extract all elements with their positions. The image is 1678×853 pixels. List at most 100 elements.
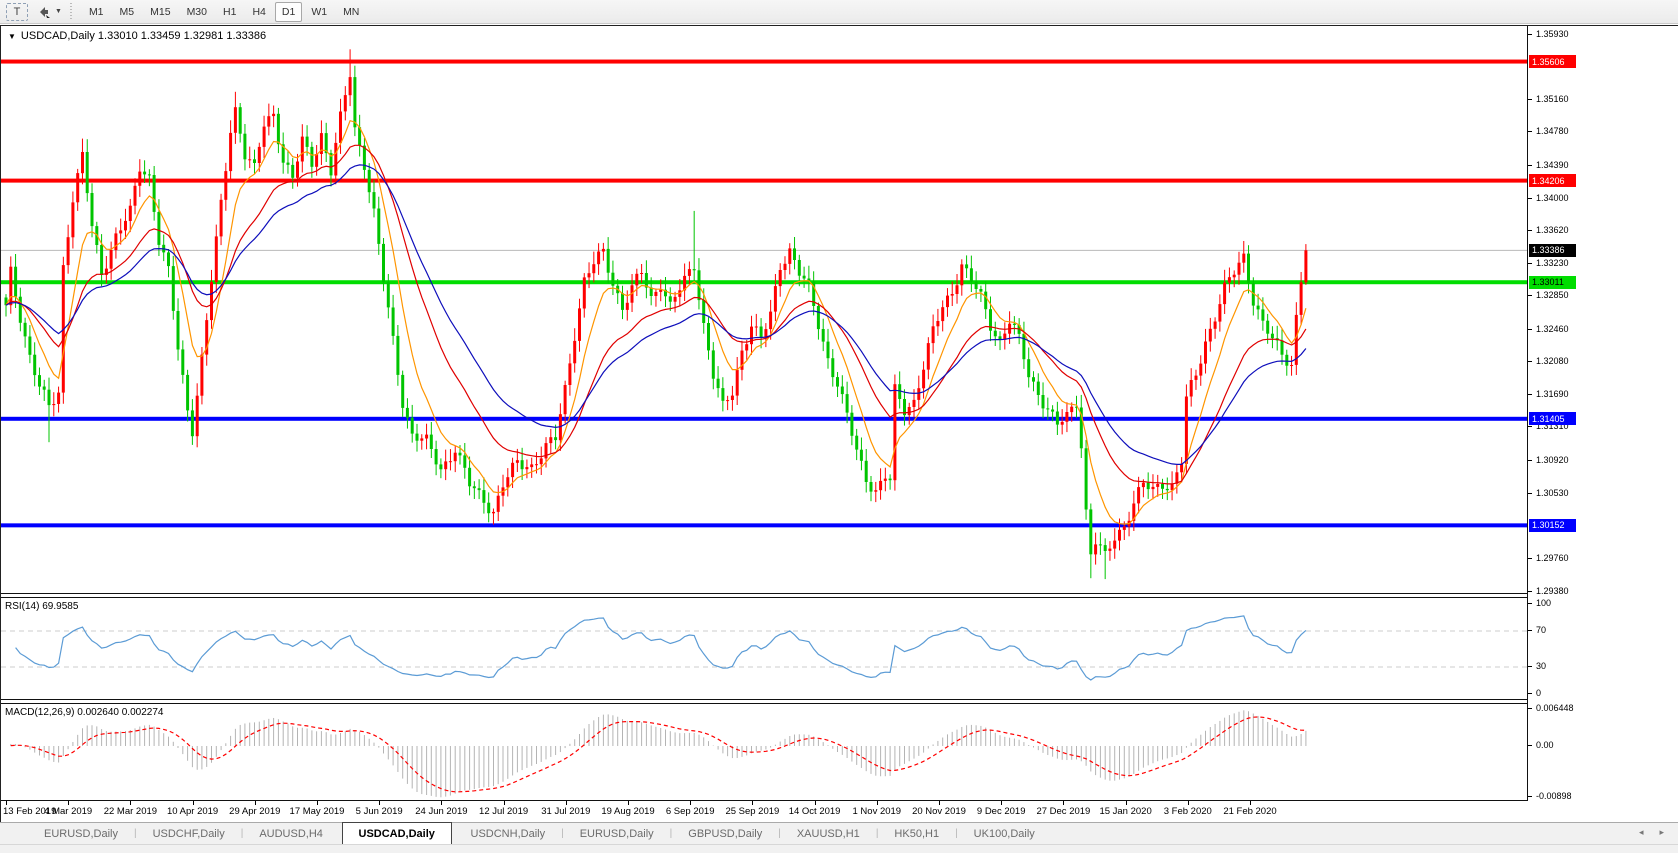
macd-canvas[interactable] <box>1 704 1527 800</box>
date-tick <box>1063 801 1064 805</box>
price-tick <box>1528 493 1532 494</box>
timeframe-button-h4[interactable]: H4 <box>245 2 272 22</box>
status-strip <box>0 844 1678 853</box>
price-tick <box>1528 394 1532 395</box>
price-tick-label: 1.32850 <box>1536 290 1569 300</box>
collapse-triangle-icon[interactable]: ▼ <box>8 32 16 41</box>
timeframe-button-m30[interactable]: M30 <box>180 2 214 22</box>
timeframe-button-m1[interactable]: M1 <box>82 2 111 22</box>
date-label: 9 Dec 2019 <box>972 806 1030 817</box>
tab-scroll-right-icon[interactable]: ▸ <box>1659 827 1664 838</box>
date-label: 4 Mar 2019 <box>39 806 97 817</box>
toolbar-grip[interactable] <box>69 3 74 21</box>
date-tick <box>752 801 753 805</box>
price-tick-label: 1.35930 <box>1536 29 1569 39</box>
price-tick <box>1528 230 1532 231</box>
price-line-badge: 1.30152 <box>1529 519 1576 532</box>
toolbar: T ▼ M1M5M15M30H1H4D1W1MN <box>0 0 1678 24</box>
date-label: 24 Jun 2019 <box>412 806 470 817</box>
macd-tick-label: 0.006448 <box>1536 703 1574 713</box>
tab-uk100-daily[interactable]: UK100,Daily <box>958 823 1051 844</box>
timeframe-button-m15[interactable]: M15 <box>143 2 177 22</box>
date-label: 29 Apr 2019 <box>226 806 284 817</box>
tab-scroll-left-icon[interactable]: ◂ <box>1639 827 1644 838</box>
date-tick <box>877 801 878 805</box>
price-tick-label: 1.33620 <box>1536 225 1569 235</box>
date-label: 3 Feb 2020 <box>1159 806 1217 817</box>
date-tick <box>379 801 380 805</box>
date-label: 22 Mar 2019 <box>101 806 159 817</box>
rsi-label: RSI(14) 69.9585 <box>5 601 78 612</box>
price-tick-label: 1.29380 <box>1536 586 1569 596</box>
date-tick <box>441 801 442 805</box>
date-label: 27 Dec 2019 <box>1034 806 1092 817</box>
price-tick-label: 1.35160 <box>1536 94 1569 104</box>
date-tick <box>690 801 691 805</box>
date-label: 6 Sep 2019 <box>661 806 719 817</box>
date-label: 17 May 2019 <box>288 806 346 817</box>
date-tick <box>6 801 7 805</box>
tab-gbpusd-daily[interactable]: GBPUSD,Daily <box>672 823 778 844</box>
main-chart-panel: ▼ USDCAD,Daily 1.33010 1.33459 1.32981 1… <box>1 26 1527 594</box>
chart-window: ▼ USDCAD,Daily 1.33010 1.33459 1.32981 1… <box>0 25 1678 822</box>
price-tick <box>1528 361 1532 362</box>
rsi-tick-label: 70 <box>1536 625 1546 635</box>
tab-audusd-h4[interactable]: AUDUSD,H4 <box>243 823 339 844</box>
arrange-arrows-icon <box>38 5 52 19</box>
tab-xauusd-h1[interactable]: XAUUSD,H1 <box>781 823 876 844</box>
date-label: 15 Jan 2020 <box>1097 806 1155 817</box>
tab-usdcnh-daily[interactable]: USDCNH,Daily <box>455 823 562 844</box>
date-label: 21 Feb 2020 <box>1221 806 1279 817</box>
price-tick <box>1528 558 1532 559</box>
tab-usdcad-daily[interactable]: USDCAD,Daily <box>342 822 452 844</box>
price-tick-label: 1.34780 <box>1536 126 1569 136</box>
tab-bar: EURUSD,Daily|USDCHF,Daily|AUDUSD,H4|USDC… <box>0 822 1678 844</box>
main-chart-canvas[interactable] <box>1 26 1527 594</box>
price-tick-label: 1.32460 <box>1536 324 1569 334</box>
date-label: 25 Sep 2019 <box>723 806 781 817</box>
price-tick-label: 1.34390 <box>1536 160 1569 170</box>
tab-eurusd-daily[interactable]: EURUSD,Daily <box>564 823 670 844</box>
price-tick-label: 1.29760 <box>1536 553 1569 563</box>
timeframe-button-d1[interactable]: D1 <box>275 2 302 22</box>
indicators-dropdown-button[interactable]: ▼ <box>38 5 62 19</box>
rsi-tick <box>1528 666 1532 667</box>
date-tick <box>193 801 194 805</box>
price-tick <box>1528 34 1532 35</box>
timeframe-button-mn[interactable]: MN <box>336 2 366 22</box>
tab-eurusd-daily[interactable]: EURUSD,Daily <box>28 823 134 844</box>
rsi-tick-label: 100 <box>1536 598 1551 608</box>
chart-title-text: USDCAD,Daily 1.33010 1.33459 1.32981 1.3… <box>21 30 266 42</box>
timeframe-button-w1[interactable]: W1 <box>304 2 334 22</box>
tab-usdchf-daily[interactable]: USDCHF,Daily <box>137 823 241 844</box>
timeframe-button-h1[interactable]: H1 <box>216 2 243 22</box>
date-tick <box>1001 801 1002 805</box>
macd-tick-label: 0.00 <box>1536 740 1554 750</box>
date-label: 19 Aug 2019 <box>599 806 657 817</box>
tabs-holder: EURUSD,Daily|USDCHF,Daily|AUDUSD,H4|USDC… <box>28 822 1051 844</box>
date-label: 31 Jul 2019 <box>537 806 595 817</box>
tab-hk50-h1[interactable]: HK50,H1 <box>878 823 955 844</box>
price-tick <box>1528 263 1532 264</box>
date-label: 12 Jul 2019 <box>475 806 533 817</box>
rsi-tick <box>1528 603 1532 604</box>
macd-label: MACD(12,26,9) 0.002640 0.002274 <box>5 707 163 718</box>
rsi-canvas[interactable] <box>1 598 1527 699</box>
timeframe-button-m5[interactable]: M5 <box>113 2 142 22</box>
rsi-tick-label: 30 <box>1536 661 1546 671</box>
date-label: 14 Oct 2019 <box>786 806 844 817</box>
tab-scroll-arrows: ◂ ▸ <box>1639 827 1664 838</box>
date-tick <box>1188 801 1189 805</box>
price-line-badge: 1.34206 <box>1529 174 1576 187</box>
date-label: 5 Jun 2019 <box>350 806 408 817</box>
chevron-down-icon: ▼ <box>55 8 62 15</box>
price-tick <box>1528 165 1532 166</box>
price-tick <box>1528 460 1532 461</box>
date-tick <box>504 801 505 805</box>
price-line-badge: 1.35606 <box>1529 55 1576 68</box>
price-tick-label: 1.34000 <box>1536 193 1569 203</box>
price-axis: 1.35930 1.35160 1.34780 1.34390 1.34000 1.336… <box>1527 26 1678 801</box>
macd-tick <box>1528 745 1532 746</box>
text-tool-button[interactable]: T <box>6 3 28 21</box>
price-tick <box>1528 131 1532 132</box>
